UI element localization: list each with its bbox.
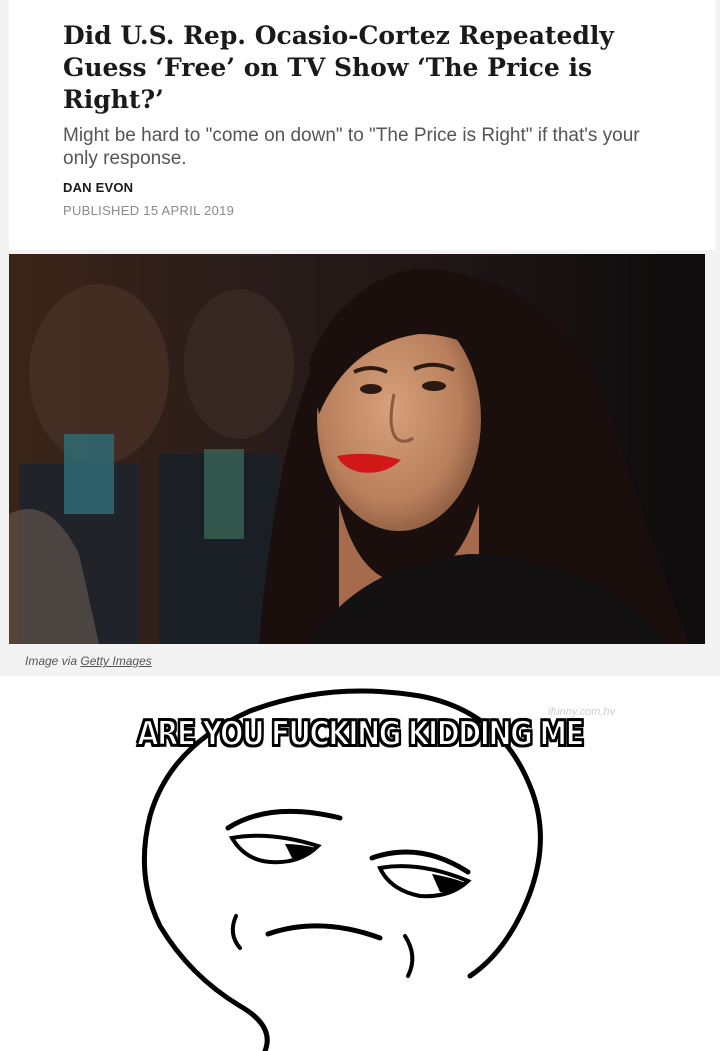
article-header: Did U.S. Rep. Ocasio-Cortez Repeatedly G… xyxy=(9,0,715,250)
article-subhead: Might be hard to "come on down" to "The … xyxy=(63,125,640,169)
caption-prefix: Image via xyxy=(25,654,78,668)
portrait-illustration xyxy=(9,254,705,644)
author-byline[interactable]: DAN EVON xyxy=(63,180,133,195)
meme-panel: ifunny.com.hv ARE YOU FUCKING KIDDING ME xyxy=(0,676,720,1051)
meme-caption: ARE YOU FUCKING KIDDING ME xyxy=(136,713,585,755)
article-screenshot: Did U.S. Rep. Ocasio-Cortez Repeatedly G… xyxy=(0,0,720,676)
getty-images-link[interactable]: Getty Images xyxy=(80,654,151,668)
article-photo xyxy=(9,254,705,644)
photo-caption: Image via Getty Images xyxy=(25,654,152,668)
article-headline: Did U.S. Rep. Ocasio-Cortez Repeatedly G… xyxy=(63,21,614,114)
publish-date: PUBLISHED 15 APRIL 2019 xyxy=(63,203,235,218)
